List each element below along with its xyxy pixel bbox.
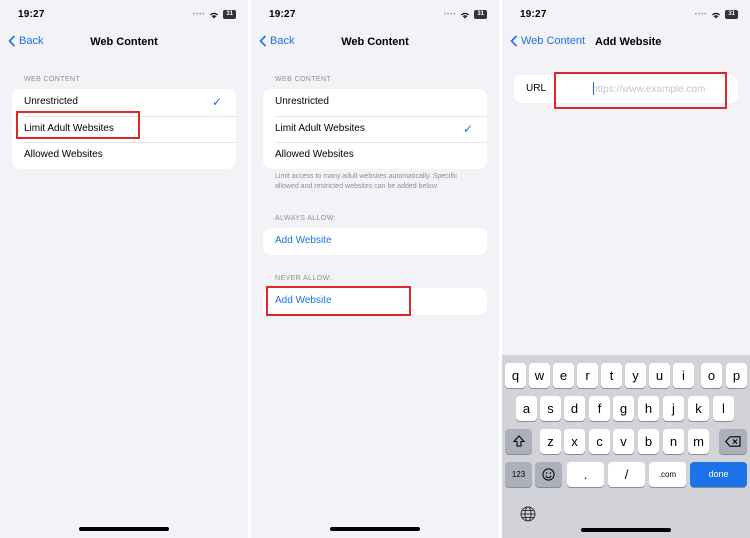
option-allowed-websites[interactable]: Allowed Websites [263, 142, 487, 169]
home-indicator [79, 527, 169, 531]
signal-icon: •••• [443, 11, 457, 18]
highlight-box [16, 111, 140, 139]
wifi-icon [461, 12, 470, 18]
status-time: 19:27 [269, 9, 296, 20]
key-g[interactable]: g [613, 396, 634, 421]
battery-icon: 31 [474, 10, 487, 19]
section-header-always-allow: ALWAYS ALLOW: [275, 215, 336, 222]
key-a[interactable]: a [516, 396, 537, 421]
numbers-key[interactable]: 123 [505, 462, 532, 487]
status-time: 19:27 [18, 9, 45, 20]
battery-icon: 31 [725, 10, 738, 19]
panel-web-content-initial: 19:27 •••• 31 Back Web Content WEB CONTE… [0, 0, 248, 538]
highlight-box [554, 72, 727, 109]
key-n[interactable]: n [663, 429, 684, 454]
option-label: Limit Adult Websites [275, 122, 365, 134]
key-s[interactable]: s [540, 396, 561, 421]
key-y[interactable]: y [625, 363, 646, 388]
always-allow-group: Add Website [263, 228, 487, 255]
key-q[interactable]: q [505, 363, 526, 388]
panel-web-content-limited: 19:27 •••• 31 Back Web Content WEB CONTE… [251, 0, 499, 538]
section-header-web-content: WEB CONTENT [24, 76, 81, 83]
shift-key[interactable] [505, 429, 532, 454]
option-unrestricted[interactable]: Unrestricted [263, 89, 487, 116]
status-time: 19:27 [520, 9, 547, 20]
key-z[interactable]: z [540, 429, 561, 454]
key-k[interactable]: k [688, 396, 709, 421]
wifi-icon [712, 12, 721, 18]
page-title: Web Content [341, 36, 409, 48]
key-v[interactable]: v [613, 429, 634, 454]
nav-bar: Back Web Content [251, 30, 499, 54]
key-t[interactable]: t [601, 363, 622, 388]
option-label: Allowed Websites [275, 149, 354, 160]
key-h[interactable]: h [638, 396, 659, 421]
key-j[interactable]: j [663, 396, 684, 421]
option-limit-adult-websites[interactable]: Limit Adult Websites ✓ [263, 115, 487, 143]
battery-icon: 31 [223, 10, 236, 19]
shift-icon [512, 435, 525, 447]
back-label: Web Content [521, 35, 586, 47]
home-indicator [330, 527, 420, 531]
key-u[interactable]: u [649, 363, 670, 388]
key-x[interactable]: x [564, 429, 585, 454]
signal-icon: •••• [192, 11, 206, 18]
nav-bar: Web Content Add Website [502, 30, 750, 54]
nav-bar: Back Web Content [0, 30, 248, 54]
option-label: Allowed Websites [24, 149, 103, 160]
status-icons: •••• 31 [193, 10, 236, 19]
keyboard: q w e r t y u i o p a s d f g h j k l z … [502, 355, 750, 538]
key-r[interactable]: r [577, 363, 598, 388]
delete-key[interactable] [719, 429, 747, 454]
key-p[interactable]: p [726, 363, 747, 388]
back-button[interactable]: Web Content [510, 35, 585, 47]
key-d[interactable]: d [564, 396, 585, 421]
globe-icon[interactable] [520, 506, 536, 522]
home-indicator [581, 528, 671, 532]
dot-com-key[interactable]: .com [649, 462, 686, 487]
key-m[interactable]: m [688, 429, 709, 454]
key-w[interactable]: w [529, 363, 550, 388]
status-bar: 19:27 •••• 31 [0, 0, 248, 30]
emoji-key[interactable] [535, 462, 562, 487]
key-c[interactable]: c [589, 429, 610, 454]
slash-key[interactable]: / [608, 462, 645, 487]
dot-key[interactable]: . [567, 462, 604, 487]
checkmark-icon: ✓ [211, 95, 222, 109]
status-icons: •••• 31 [695, 10, 738, 19]
section-header-web-content: WEB CONTENT [275, 76, 332, 83]
key-i[interactable]: i [673, 363, 694, 388]
signal-icon: •••• [694, 11, 708, 18]
done-key[interactable]: done [690, 462, 747, 487]
status-icons: •••• 31 [444, 10, 487, 19]
emoji-icon [542, 468, 555, 481]
panel-add-website: 19:27 •••• 31 Web Content Add Website UR… [502, 0, 750, 538]
key-l[interactable]: l [713, 396, 734, 421]
chevron-left-icon [510, 35, 518, 47]
limit-description: Limit access to many adult websites auto… [275, 173, 458, 190]
highlight-box [266, 286, 411, 316]
section-header-never-allow: NEVER ALLOW: [275, 275, 332, 282]
checkmark-icon: ✓ [462, 121, 473, 136]
always-allow-add-website-button[interactable]: Add Website [263, 228, 487, 255]
key-b[interactable]: b [638, 429, 659, 454]
status-bar: 19:27 •••• 31 [502, 0, 750, 30]
url-label: URL [526, 83, 547, 94]
web-content-options: Unrestricted Limit Adult Websites ✓ Allo… [263, 89, 487, 169]
option-allowed-websites[interactable]: Allowed Websites [12, 142, 236, 169]
delete-icon [725, 436, 741, 447]
status-bar: 19:27 •••• 31 [251, 0, 499, 30]
option-label: Unrestricted [275, 96, 329, 107]
page-title: Web Content [90, 36, 158, 48]
key-e[interactable]: e [553, 363, 574, 388]
page-title: Add Website [595, 36, 662, 48]
wifi-icon [210, 12, 219, 18]
option-label: Unrestricted [24, 96, 78, 107]
key-f[interactable]: f [589, 396, 610, 421]
key-o[interactable]: o [701, 363, 722, 388]
